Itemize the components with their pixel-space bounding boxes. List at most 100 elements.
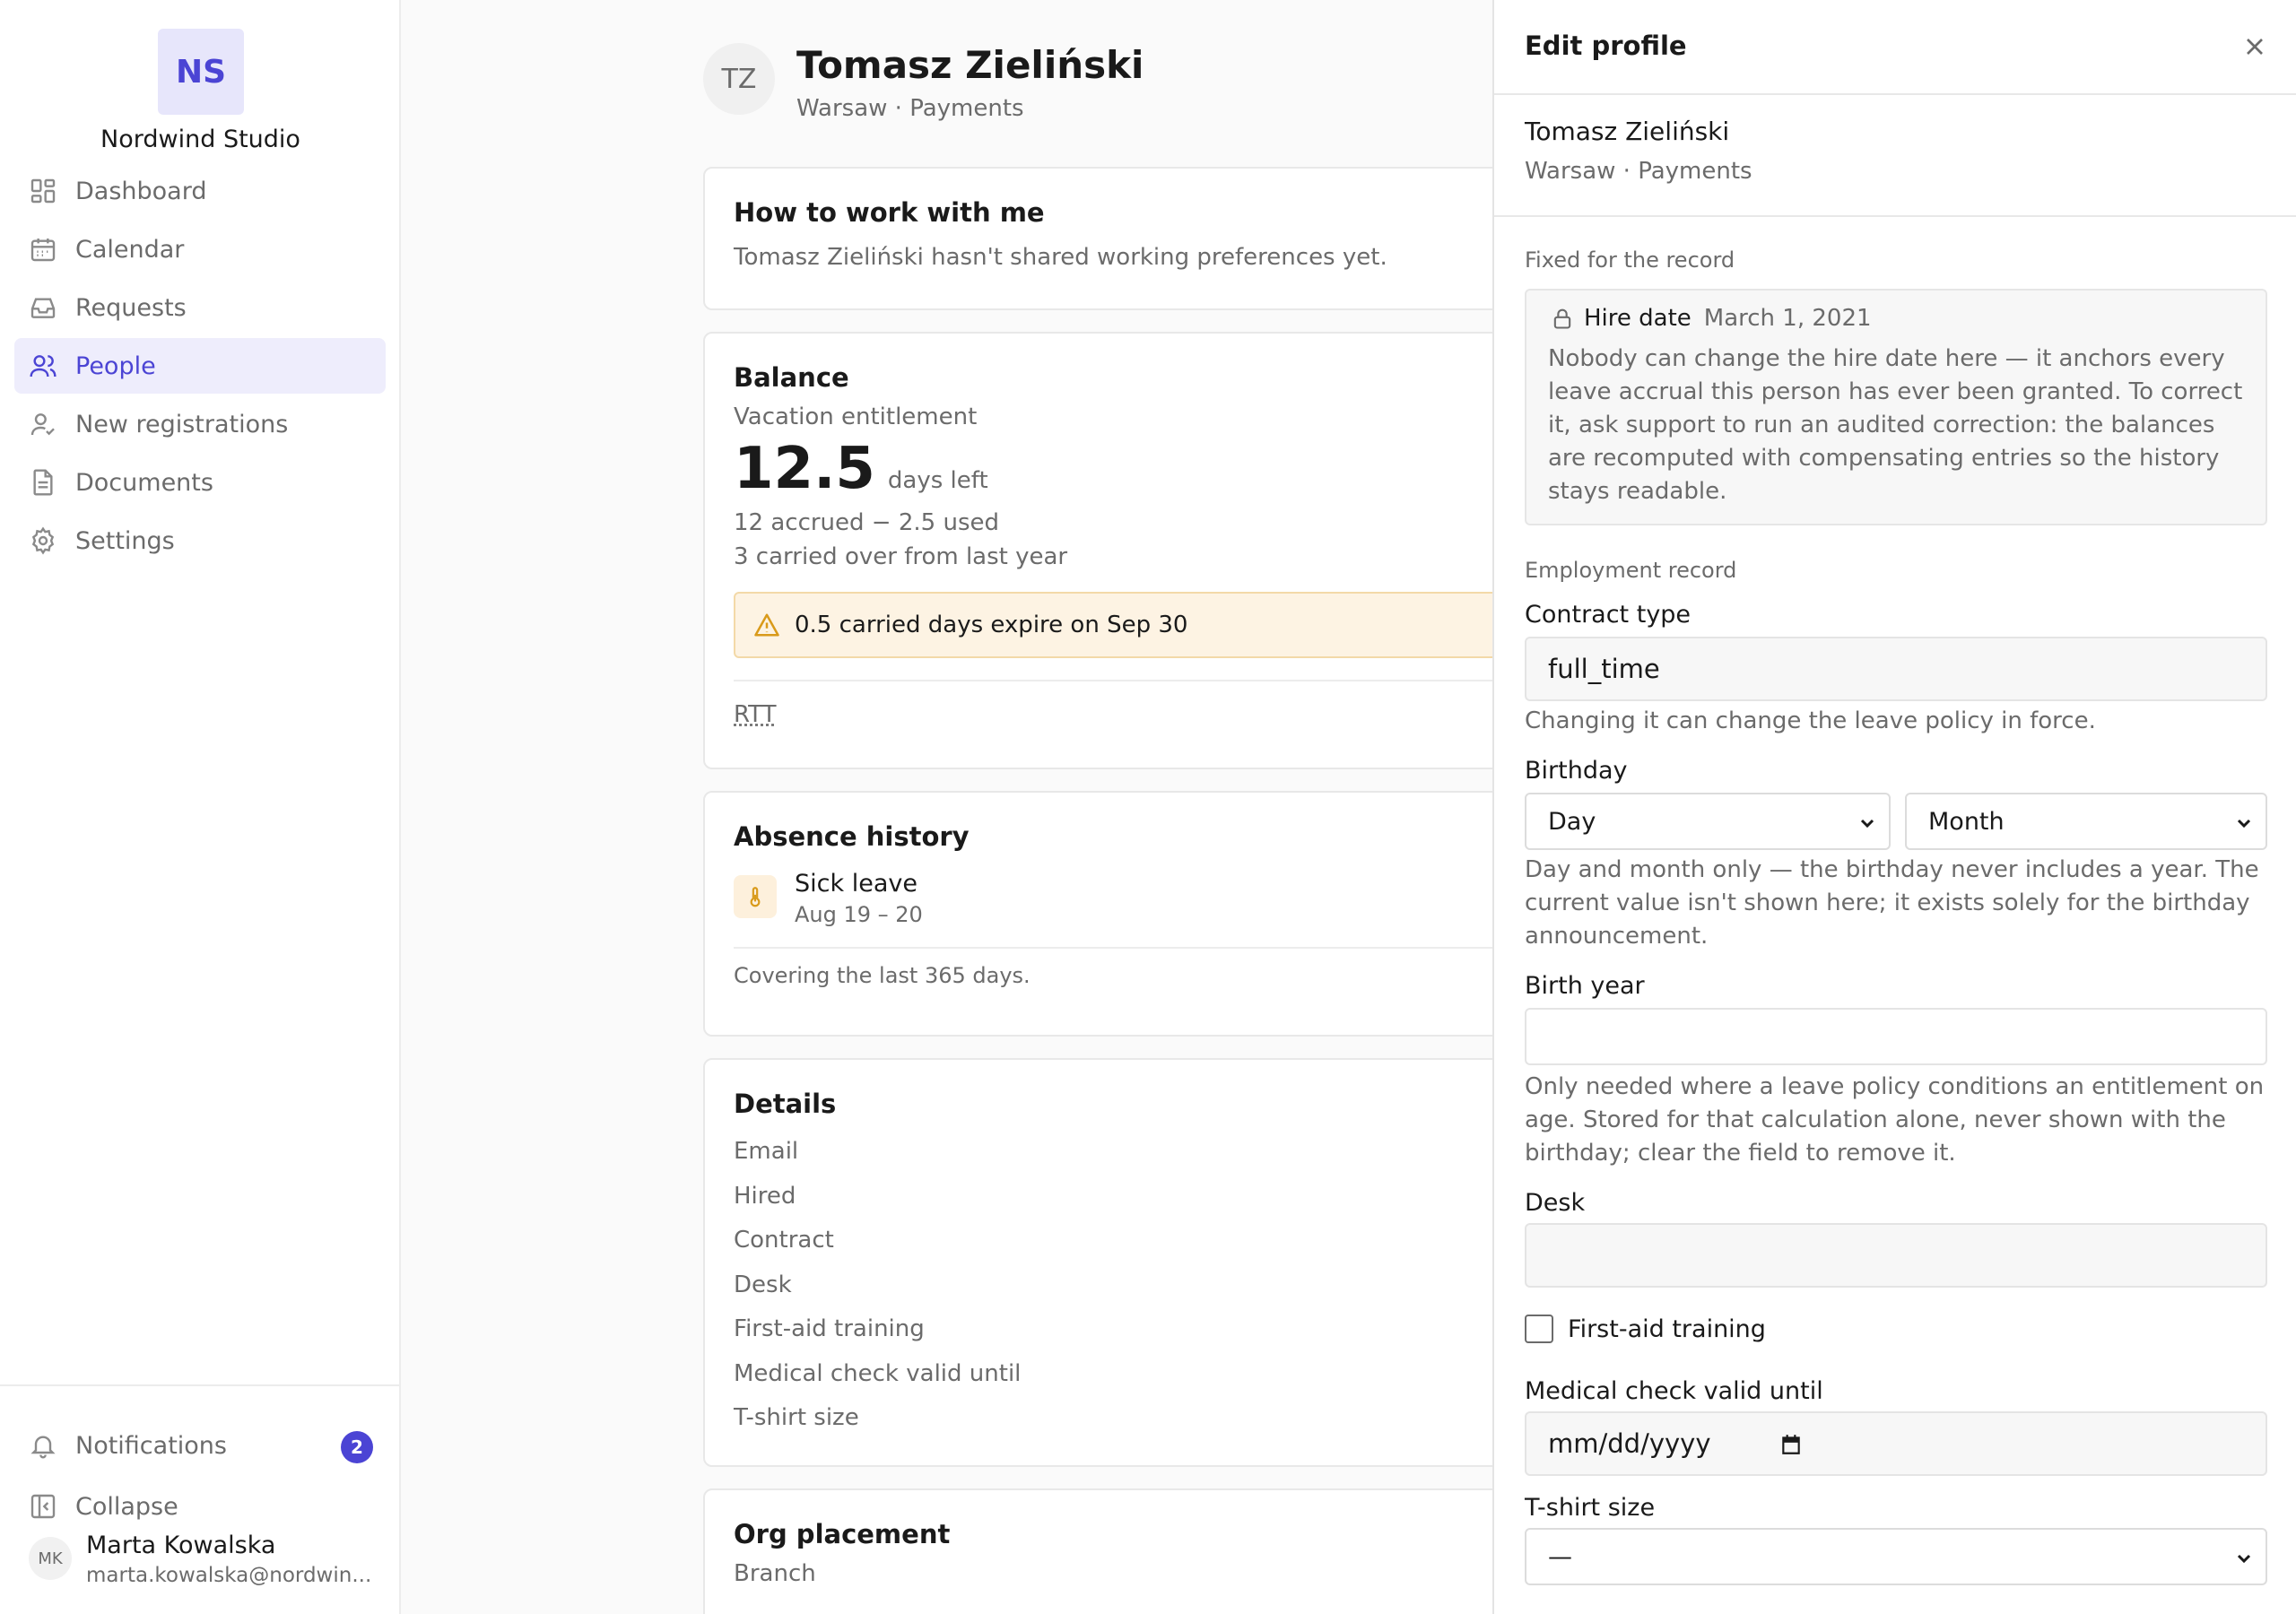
birth-year-help: Only needed where a leave policy conditi… <box>1525 1071 2269 1170</box>
details-row-hired: Hired <box>734 1175 1492 1219</box>
divider <box>734 680 1492 681</box>
sidebar-item-documents[interactable]: Documents <box>14 455 386 510</box>
desk-input[interactable] <box>1525 1223 2267 1288</box>
medical-check-date-input[interactable]: mm/dd/yyyy <box>1525 1411 2267 1476</box>
hire-date-value: March 1, 2021 <box>1704 305 1872 332</box>
contract-type-help: Changing it can change the leave policy … <box>1525 705 2269 738</box>
gear-icon <box>29 526 57 555</box>
work-with-me-card: How to work with me Tomasz Zieliński has… <box>703 167 1492 310</box>
chevron-down-icon <box>1857 812 1878 834</box>
details-row-medical-check: Medical check valid until <box>734 1352 1492 1397</box>
employment-section-label: Employment record <box>1525 558 1736 583</box>
desk-label: Desk <box>1525 1189 1585 1217</box>
sidebar-item-dashboard[interactable]: Dashboard <box>14 163 386 219</box>
absence-history-card: Absence history Sick leave Aug 19 – 20 C… <box>703 791 1492 1037</box>
card-title: Absence history <box>734 821 1492 852</box>
absence-type: Sick leave <box>795 870 918 898</box>
current-user[interactable]: MK Marta Kowalska marta.kowalska@nordwin… <box>29 1528 387 1591</box>
notifications-label: Notifications <box>75 1432 227 1460</box>
chevron-down-icon <box>2233 812 2255 834</box>
hire-date-row: Hire date March 1, 2021 <box>1550 305 1872 332</box>
tshirt-size-select[interactable]: — <box>1525 1528 2267 1585</box>
medical-check-label: Medical check valid until <box>1525 1377 1823 1405</box>
sidebar-nav: Dashboard Calendar Requests People New r… <box>14 163 386 571</box>
details-list: Email Hired Contract Desk First-aid trai… <box>734 1130 1492 1441</box>
absence-dates: Aug 19 – 20 <box>795 902 923 927</box>
list-item[interactable]: Sick leave Aug 19 – 20 <box>734 870 1492 927</box>
birthday-month-select[interactable]: Month <box>1905 793 2267 850</box>
profile-subtitle: Warsaw · Payments <box>796 95 1024 122</box>
card-title: Details <box>734 1089 1492 1119</box>
card-title: How to work with me <box>734 197 1492 228</box>
profile-page: TZ Tomasz Zieliński Warsaw · Payments Ho… <box>402 0 1492 1614</box>
sidebar-item-label: New registrations <box>75 411 288 438</box>
select-value: Month <box>1928 808 2005 836</box>
balance-type-label: Vacation entitlement <box>734 404 1492 430</box>
sidebar-item-label: Calendar <box>75 236 184 264</box>
notifications-count-badge: 2 <box>341 1431 373 1463</box>
balance-card: Balance Vacation entitlement 12.5 days l… <box>703 332 1492 769</box>
chevron-down-icon <box>2233 1548 2255 1569</box>
lock-icon <box>1550 306 1575 331</box>
user-check-icon <box>29 410 57 438</box>
sidebar: NS Nordwind Studio Dashboard Calendar Re… <box>0 0 401 1614</box>
hire-date-fixed-box: Hire date March 1, 2021 Nobody can chang… <box>1525 289 2267 525</box>
details-row-tshirt-size: T-shirt size <box>734 1396 1492 1441</box>
calendar-icon[interactable] <box>1779 1433 1803 1456</box>
document-icon <box>29 468 57 497</box>
org-name: Nordwind Studio <box>0 126 401 153</box>
balance-days-left: 12.5 days left <box>734 436 1492 502</box>
details-row-email: Email <box>734 1130 1492 1175</box>
first-aid-label: First-aid training <box>1568 1315 1766 1343</box>
details-row-desk: Desk <box>734 1263 1492 1308</box>
person-name: Tomasz Zieliński <box>1525 117 1729 146</box>
fixed-section-label: Fixed for the record <box>1525 247 1735 273</box>
sidebar-item-label: People <box>75 352 156 380</box>
user-name: Marta Kowalska <box>86 1532 275 1559</box>
sidebar-item-label: Documents <box>75 469 213 497</box>
page-title: Tomasz Zieliński <box>796 43 1144 87</box>
sidebar-item-requests[interactable]: Requests <box>14 280 386 335</box>
select-value: Day <box>1548 808 1596 836</box>
birthday-label: Birthday <box>1525 757 1628 785</box>
sidebar-item-new-registrations[interactable]: New registrations <box>14 396 386 452</box>
sidebar-item-label: Dashboard <box>75 178 206 205</box>
edit-profile-drawer: Edit profile Tomasz Zieliński Warsaw · P… <box>1492 0 2296 1614</box>
drawer-header: Edit profile <box>1494 0 2296 95</box>
date-placeholder: mm/dd/yyyy <box>1548 1428 1711 1459</box>
collapse-button[interactable]: Collapse <box>29 1487 373 1526</box>
contract-type-input[interactable] <box>1525 637 2267 701</box>
sidebar-item-settings[interactable]: Settings <box>14 513 386 568</box>
select-value: — <box>1548 1543 1572 1571</box>
inbox-icon <box>29 293 57 322</box>
dashboard-icon <box>29 177 57 205</box>
org-row-branch: Branch <box>734 1560 1492 1587</box>
card-title: Org placement <box>734 1519 1492 1549</box>
collapse-label: Collapse <box>75 1493 178 1521</box>
org-placement-card: Org placement Branch <box>703 1488 1492 1614</box>
notifications-button[interactable]: Notifications 2 <box>29 1426 373 1465</box>
rtt-link[interactable]: RTT <box>734 701 1492 728</box>
details-row-first-aid: First-aid training <box>734 1307 1492 1352</box>
sidebar-item-people[interactable]: People <box>14 338 386 394</box>
sidebar-item-label: Requests <box>75 294 187 322</box>
hire-date-note: Nobody can change the hire date here — i… <box>1548 343 2257 508</box>
details-row-contract: Contract <box>734 1219 1492 1263</box>
days-left-value: 12.5 <box>734 436 875 502</box>
avatar: TZ <box>703 43 775 115</box>
first-aid-checkbox[interactable] <box>1525 1315 1553 1343</box>
close-icon[interactable] <box>2240 32 2269 61</box>
carried-over: 3 carried over from last year <box>734 543 1492 570</box>
birthday-day-select[interactable]: Day <box>1525 793 1891 850</box>
absence-coverage-note: Covering the last 365 days. <box>734 963 1492 988</box>
thermometer-icon <box>734 875 777 918</box>
first-aid-checkbox-row[interactable]: First-aid training <box>1525 1315 1766 1343</box>
details-card: Details Email Hired Contract Desk First-… <box>703 1058 1492 1467</box>
birth-year-input[interactable] <box>1525 1008 2267 1065</box>
warning-text: 0.5 carried days expire on Sep 30 <box>795 612 1187 638</box>
avatar: MK <box>29 1537 72 1580</box>
warning-icon <box>753 612 780 638</box>
org-logo[interactable]: NS <box>158 29 244 115</box>
sidebar-item-calendar[interactable]: Calendar <box>14 221 386 277</box>
user-email: marta.kowalska@nordwin... <box>86 1564 391 1587</box>
